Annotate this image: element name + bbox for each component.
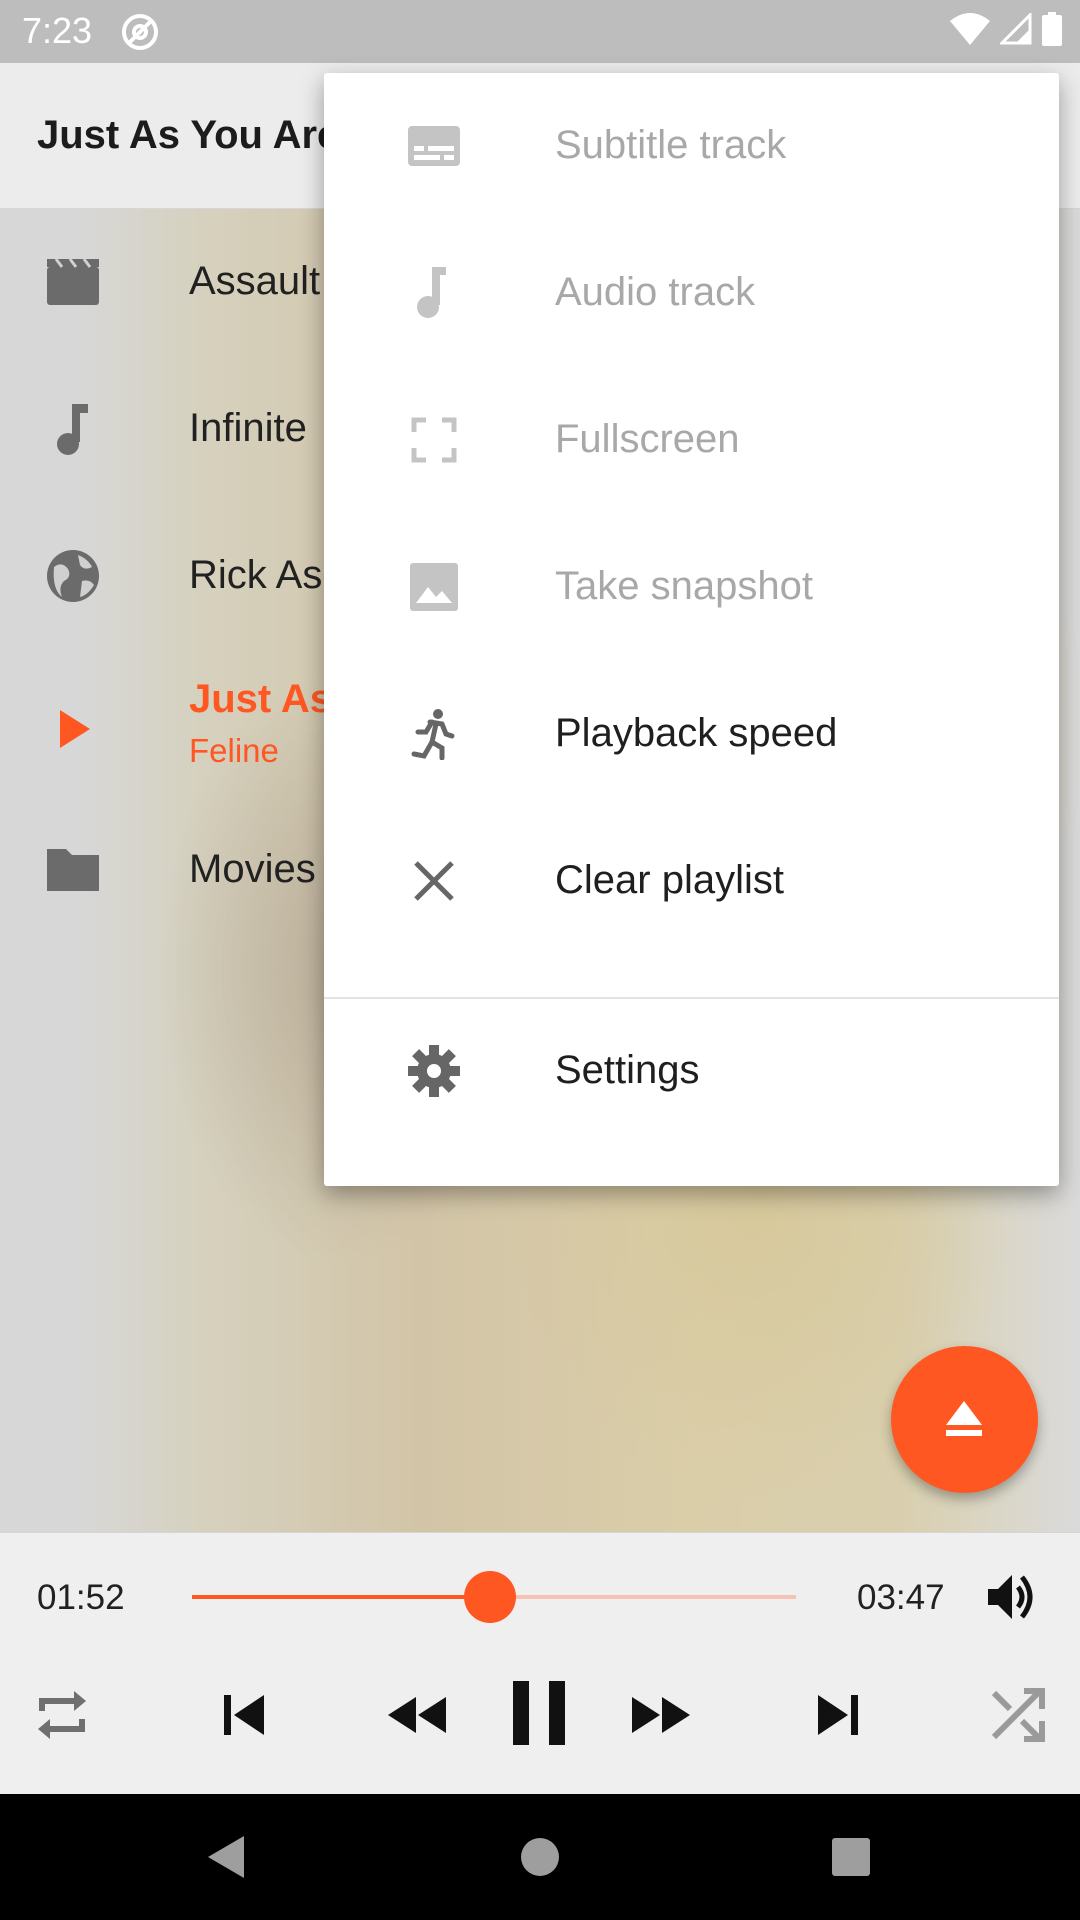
total-time: 03:47 [857,1578,945,1617]
play-icon [60,710,90,748]
pause-icon[interactable] [505,1675,575,1755]
menu-item-label: Clear playlist [555,858,784,902]
menu-item-clear-playlist[interactable]: Clear playlist [324,808,1059,955]
playlist-item-label: Infinite [189,406,307,450]
playlist-item-label: Assault [189,259,321,303]
eject-button[interactable] [891,1346,1038,1493]
overflow-menu: Subtitle track Audio track Fullscreen Ta… [324,73,1059,1186]
volume-icon[interactable] [984,1569,1040,1625]
menu-item-audio-track[interactable]: Audio track [324,220,1059,367]
close-icon [414,861,454,901]
skip-next-icon[interactable] [806,1683,870,1747]
playlist-item-label: Rick As [189,553,323,597]
menu-item-label: Audio track [555,270,756,314]
menu-item-playback-speed[interactable]: Playback speed [324,661,1059,808]
seek-bar[interactable] [192,1571,796,1623]
seek-thumb[interactable] [464,1571,516,1623]
fullscreen-icon [411,417,457,463]
home-icon[interactable] [519,1832,561,1882]
menu-item-take-snapshot[interactable]: Take snapshot [324,514,1059,661]
navigation-bar [0,1794,1080,1920]
shuffle-icon[interactable] [986,1683,1050,1747]
at-sign-icon [122,14,158,50]
menu-item-label: Take snapshot [555,564,813,608]
image-icon [410,563,458,611]
fast-forward-icon[interactable] [628,1683,694,1747]
menu-item-label: Settings [555,1048,700,1092]
eject-icon [946,1401,982,1436]
menu-item-fullscreen[interactable]: Fullscreen [324,367,1059,514]
menu-item-label: Subtitle track [555,123,787,167]
globe-icon [47,550,99,602]
subtitles-icon [408,126,460,166]
current-time: 01:52 [37,1578,125,1617]
wifi-icon [950,13,990,45]
status-icons [950,12,1062,46]
music-note-icon [417,267,446,318]
gear-icon [408,1045,460,1097]
menu-item-subtitle-track[interactable]: Subtitle track [324,73,1059,220]
folder-icon [47,849,99,891]
movie-icon [47,258,99,305]
status-time: 7:23 [22,10,93,51]
music-note-icon [57,404,88,455]
back-icon[interactable] [204,1832,248,1882]
repeat-icon[interactable] [30,1683,94,1747]
signal-icon [1000,13,1032,45]
recents-icon[interactable] [830,1832,872,1882]
playlist-item-subtitle: Feline [189,732,279,769]
playlist-item-label: Just As [189,677,333,721]
player-controls: 01:52 03:47 [0,1532,1080,1794]
seek-progress [192,1595,490,1599]
menu-item-label: Fullscreen [555,417,740,461]
running-icon [411,709,455,760]
page-title: Just As You Are [37,113,340,157]
status-bar: 7:23 [0,0,1080,63]
menu-item-settings[interactable]: Settings [324,998,1059,1145]
menu-item-label: Playback speed [555,711,838,755]
skip-previous-icon[interactable] [212,1683,276,1747]
rewind-icon[interactable] [384,1683,450,1747]
battery-icon [1042,12,1062,46]
playlist-item-label: Movies [189,847,316,891]
